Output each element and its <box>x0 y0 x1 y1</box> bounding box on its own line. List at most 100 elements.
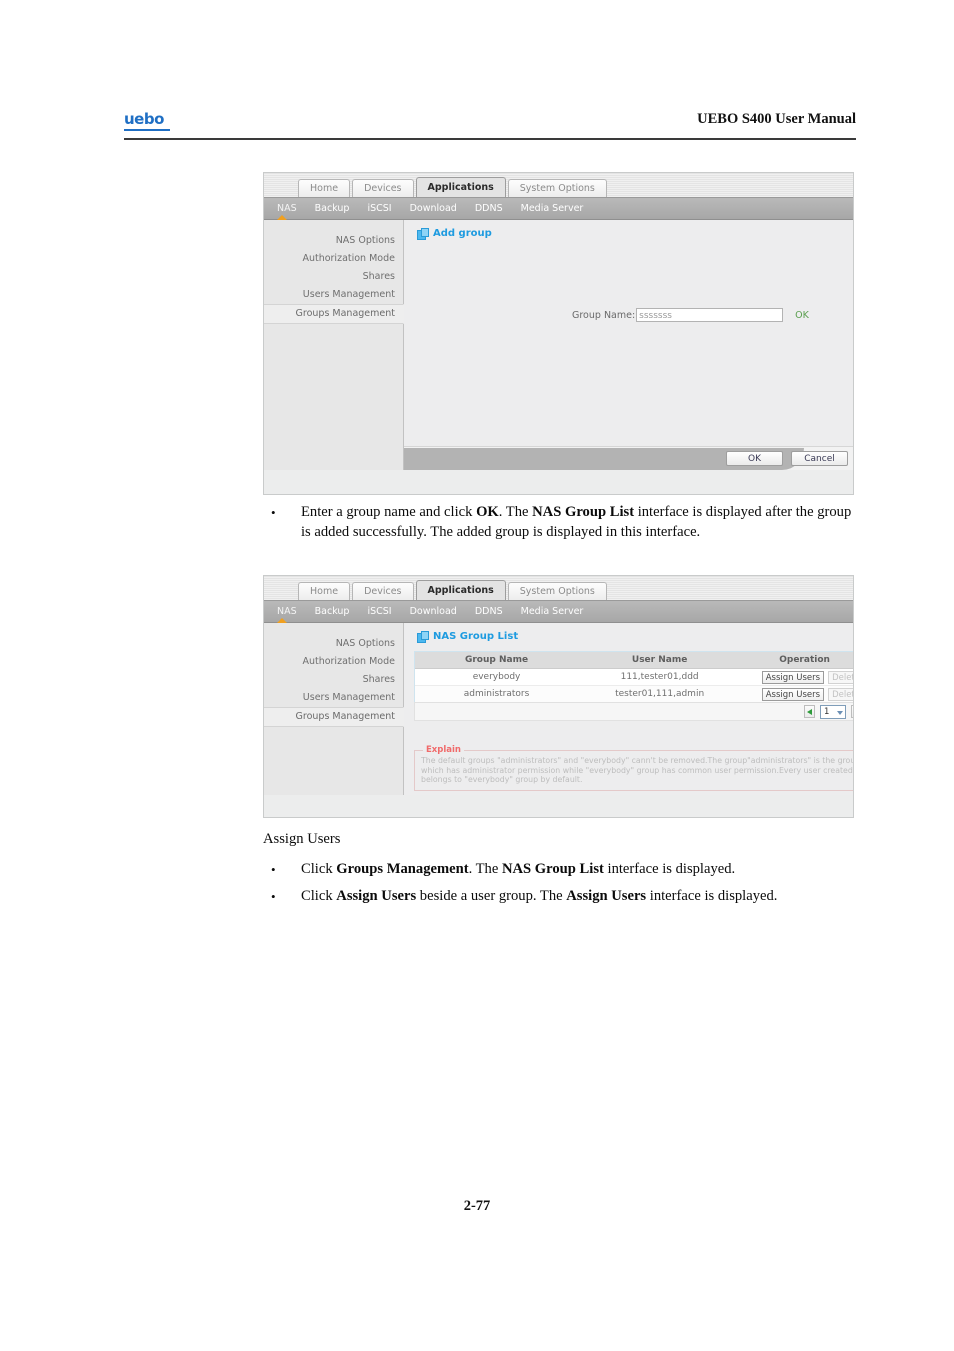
tab-devices-2[interactable]: Devices <box>352 582 414 600</box>
caption-2-part-0: Click <box>301 861 337 877</box>
tab-applications-2[interactable]: Applications <box>415 580 506 600</box>
uebo-logo: uebo <box>124 110 170 131</box>
tab-system-options[interactable]: System Options <box>507 179 607 197</box>
inline-ok-link[interactable]: OK <box>795 310 809 321</box>
page-select-value: 1 <box>824 706 830 717</box>
caption-paragraph-3: • Click Assign Users beside a user group… <box>263 887 873 907</box>
caption-2-text: Click Groups Management. The NAS Group L… <box>301 860 735 880</box>
subnav-item-iscsi[interactable]: iSCSI <box>358 203 400 214</box>
tab-list-1: Home Devices Applications System Options <box>298 177 607 197</box>
running-header: uebo UEBO S400 User Manual <box>124 108 856 140</box>
active-nav-caret-icon-2 <box>277 618 287 623</box>
panel-title-label: Add group <box>433 228 492 239</box>
triangle-right-icon[interactable] <box>851 705 853 718</box>
tab-system-options-2[interactable]: System Options <box>507 582 607 600</box>
tab-strip-1: Home Devices Applications System Options <box>264 173 853 198</box>
caption-2-part-2: . The <box>468 861 502 877</box>
sidebar-item-nas-options[interactable]: NAS Options <box>264 232 403 250</box>
tab-list-2: Home Devices Applications System Options <box>298 580 607 600</box>
logo-text: uebo <box>124 110 164 128</box>
action-bar-1: OK Cancel <box>404 446 853 470</box>
assign-users-button[interactable]: Assign Users <box>761 670 825 684</box>
tab-home-2[interactable]: Home <box>298 582 351 600</box>
column-header-user-name: User Name <box>578 652 742 669</box>
tab-home[interactable]: Home <box>298 179 351 197</box>
triangle-left-icon[interactable] <box>804 705 815 718</box>
caption-3-part-2: beside a user group. The <box>416 888 567 904</box>
subnav-item-media-server-2[interactable]: Media Server <box>512 606 593 617</box>
sidebar-item-authorization-mode-2[interactable]: Authorization Mode <box>264 653 403 671</box>
sidebar-item-authorization-mode[interactable]: Authorization Mode <box>264 250 403 268</box>
group-name-form-row: Group Name: sssssss OK <box>572 308 809 322</box>
caption-3-part-0: Click <box>301 888 337 904</box>
page-copy-icon <box>417 228 429 240</box>
subnav-item-iscsi-2[interactable]: iSCSI <box>358 606 400 617</box>
caption-3-text: Click Assign Users beside a user group. … <box>301 887 777 907</box>
explain-box: Explain The default groups "administrato… <box>414 745 854 791</box>
caption-2-part-3: NAS Group List <box>501 861 604 877</box>
cell-operation: Assign Users Delete <box>741 668 853 686</box>
column-header-operation: Operation <box>741 652 853 669</box>
screenshot-nas-group-list: Home Devices Applications System Options… <box>263 575 854 818</box>
column-header-group-name: Group Name <box>415 652 579 669</box>
manual-title: UEBO S400 User Manual <box>697 111 856 127</box>
caption-2-part-1: Groups Management <box>336 861 469 877</box>
cell-user-name: tester01,111,admin <box>578 685 742 703</box>
cell-group-name: everybody <box>415 668 579 686</box>
caption-1-part-3: NAS Group List <box>532 504 635 520</box>
subnav-item-download-2[interactable]: Download <box>401 606 466 617</box>
subnav-item-media-server[interactable]: Media Server <box>512 203 593 214</box>
panel-title-add-group: Add group <box>404 220 853 240</box>
cell-operation: Assign Users Delete <box>741 685 853 703</box>
sidebar-item-users-management-2[interactable]: Users Management <box>264 689 403 707</box>
table-row: everybody 111,tester01,ddd Assign Users … <box>415 668 853 686</box>
subnav-item-ddns-2[interactable]: DDNS <box>466 606 512 617</box>
caption-2-part-4: interface is displayed. <box>603 861 736 877</box>
tab-devices[interactable]: Devices <box>352 179 414 197</box>
caption-paragraph-2: • Click Groups Management. The NAS Group… <box>263 860 873 880</box>
cancel-button[interactable]: Cancel <box>791 451 848 466</box>
tab-applications[interactable]: Applications <box>415 177 506 197</box>
caption-3-part-3: Assign Users <box>566 888 647 904</box>
group-name-input[interactable]: sssssss <box>636 308 784 322</box>
page-number: 2-77 <box>463 1198 491 1214</box>
subnav-item-download[interactable]: Download <box>401 203 466 214</box>
caption-1-part-1: OK <box>476 504 499 520</box>
caption-1-part-0: Enter a group name and click <box>301 504 477 520</box>
explain-legend: Explain <box>423 745 464 755</box>
caption-3-part-4: interface is displayed. <box>646 888 778 904</box>
subnav-item-nas[interactable]: NAS <box>268 203 306 214</box>
sidebar-item-users-management[interactable]: Users Management <box>264 286 403 304</box>
delete-button: Delete <box>828 687 853 701</box>
chevron-down-icon <box>837 710 843 715</box>
sidebar-1: NAS Options Authorization Mode Shares Us… <box>264 220 404 470</box>
section-heading-assign-users: Assign Users <box>263 831 341 847</box>
sidebar-item-groups-management-2[interactable]: Groups Management <box>264 707 404 727</box>
explain-text: The default groups "administrators" and … <box>421 756 854 784</box>
sidebar-item-nas-options-2[interactable]: NAS Options <box>264 635 403 653</box>
subnav-item-nas-2[interactable]: NAS <box>268 606 306 617</box>
ok-button[interactable]: OK <box>726 451 783 466</box>
subnav-1: NAS Backup iSCSI Download DDNS Media Ser… <box>264 198 853 220</box>
subnav-item-backup[interactable]: Backup <box>306 203 359 214</box>
sidebar-item-groups-management[interactable]: Groups Management <box>264 304 404 324</box>
bullet-marker: • <box>271 505 276 520</box>
caption-1-part-2: . The <box>498 504 533 520</box>
sidebar-item-shares[interactable]: Shares <box>264 268 403 286</box>
page-copy-icon-2 <box>417 631 429 643</box>
content-group-list: NAS Group List Group Name User Name Oper… <box>404 623 853 795</box>
sidebar-item-shares-2[interactable]: Shares <box>264 671 403 689</box>
subnav-item-backup-2[interactable]: Backup <box>306 606 359 617</box>
tab-strip-2: Home Devices Applications System Options <box>264 576 853 601</box>
table-row: administrators tester01,111,admin Assign… <box>415 685 853 703</box>
page-select[interactable]: 1 <box>820 704 846 719</box>
caption-1-text: Enter a group name and click OK. The NAS… <box>301 503 863 542</box>
bullet-marker: • <box>271 862 276 877</box>
bullet-marker: • <box>271 889 276 904</box>
cell-user-name: 111,tester01,ddd <box>578 668 742 686</box>
assign-users-button[interactable]: Assign Users <box>761 687 825 701</box>
panel-title-label-2: NAS Group List <box>433 631 519 642</box>
logo-underline <box>124 129 170 131</box>
panel-title-group-list: NAS Group List <box>404 623 853 643</box>
subnav-item-ddns[interactable]: DDNS <box>466 203 512 214</box>
